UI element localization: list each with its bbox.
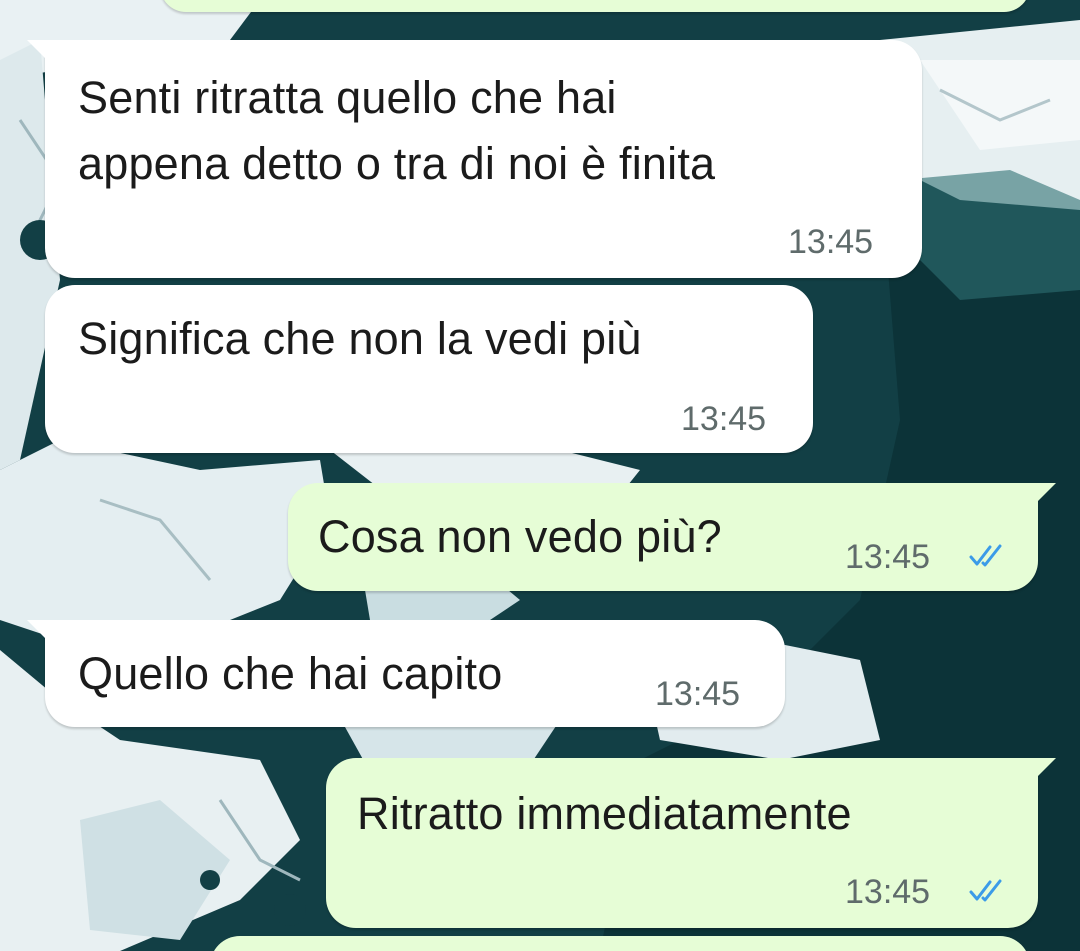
message-text: Quello che hai capito bbox=[78, 648, 503, 699]
message-text: Significa che non la vedi più bbox=[78, 313, 642, 364]
message-bubble-outgoing[interactable]: Ritratto immediatamente 13:45 bbox=[326, 758, 1056, 928]
message-timestamp: 13:45 bbox=[845, 873, 931, 911]
next-outgoing-bubble[interactable] bbox=[210, 936, 1030, 951]
message-text: Cosa non vedo più? bbox=[318, 511, 722, 562]
message-bubble-outgoing[interactable]: Cosa non vedo più? 13:45 bbox=[288, 483, 1056, 591]
bubble-tail bbox=[1034, 758, 1056, 780]
double-check-icon bbox=[969, 544, 1002, 567]
message-timestamp: 13:45 bbox=[845, 538, 931, 576]
bubble-tail bbox=[27, 620, 49, 642]
bubble-tail bbox=[27, 40, 49, 62]
message-timestamp: 13:45 bbox=[681, 400, 767, 438]
double-check-icon bbox=[969, 879, 1002, 902]
message-bubble-incoming[interactable]: Quello che hai capito 13:45 bbox=[27, 620, 785, 727]
message-bubble-incoming[interactable]: Senti ritratta quello che hai appena det… bbox=[27, 40, 922, 278]
message-timestamp: 13:45 bbox=[655, 675, 741, 713]
message-text: Ritratto immediatamente bbox=[357, 788, 852, 839]
message-bubble-incoming[interactable]: Significa che non la vedi più 13:45 bbox=[45, 285, 813, 453]
message-text-line: appena detto o tra di noi è finita bbox=[78, 138, 716, 189]
message-text-line: Senti ritratta quello che hai bbox=[78, 72, 617, 123]
bubble-tail bbox=[1034, 483, 1056, 505]
message-timestamp: 13:45 bbox=[788, 223, 874, 261]
previous-outgoing-bubble[interactable] bbox=[160, 0, 1030, 12]
